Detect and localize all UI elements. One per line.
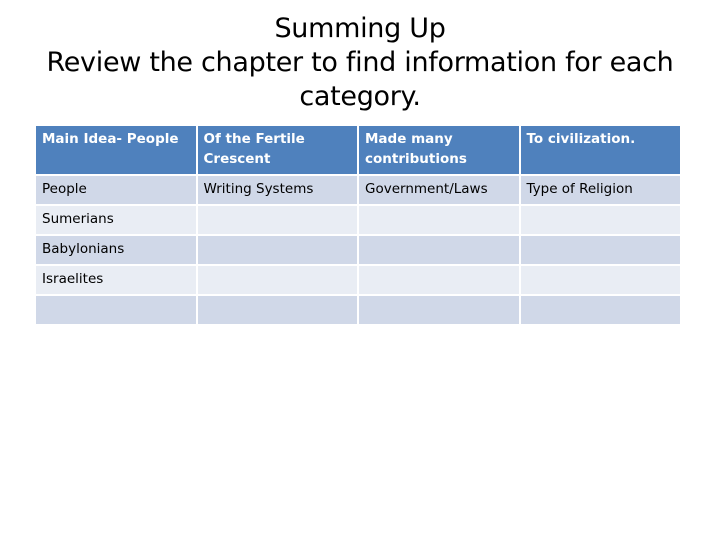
table-cell[interactable]: People bbox=[36, 176, 196, 204]
table-row bbox=[36, 296, 680, 324]
table-cell[interactable] bbox=[520, 236, 680, 264]
table-cell[interactable] bbox=[359, 296, 519, 324]
table-cell[interactable] bbox=[520, 296, 680, 324]
table-cell[interactable] bbox=[359, 236, 519, 264]
table-row: Babylonians bbox=[36, 236, 680, 264]
title-line-3: category. bbox=[299, 81, 421, 112]
table-cell[interactable] bbox=[359, 206, 519, 234]
table-cell[interactable]: Sumerians bbox=[36, 206, 196, 234]
table-cell[interactable] bbox=[197, 296, 357, 324]
header-cell-contributions: Made many contributions bbox=[359, 126, 519, 174]
table-cell[interactable] bbox=[520, 206, 680, 234]
table-cell[interactable]: Writing Systems bbox=[197, 176, 357, 204]
header-cell-civilization: To civilization. bbox=[520, 126, 680, 174]
title-line-1: Summing Up bbox=[274, 13, 446, 44]
table-cell[interactable] bbox=[197, 206, 357, 234]
slide-title: Summing Up Review the chapter to find in… bbox=[0, 12, 720, 114]
table-row: Sumerians bbox=[36, 206, 680, 234]
summary-table: Main Idea- People Of the Fertile Crescen… bbox=[34, 124, 682, 326]
table-cell[interactable] bbox=[197, 236, 357, 264]
table-row: Israelites bbox=[36, 266, 680, 294]
table-cell[interactable] bbox=[520, 266, 680, 294]
table-cell[interactable] bbox=[36, 296, 196, 324]
header-cell-fertile-crescent: Of the Fertile Crescent bbox=[197, 126, 357, 174]
title-line-2: Review the chapter to find information f… bbox=[46, 47, 674, 78]
table-row: People Writing Systems Government/Laws T… bbox=[36, 176, 680, 204]
table-cell[interactable]: Government/Laws bbox=[359, 176, 519, 204]
table-header-row: Main Idea- People Of the Fertile Crescen… bbox=[36, 126, 680, 174]
table-cell[interactable]: Israelites bbox=[36, 266, 196, 294]
table-cell[interactable] bbox=[359, 266, 519, 294]
table-cell[interactable]: Babylonians bbox=[36, 236, 196, 264]
table-cell[interactable]: Type of Religion bbox=[520, 176, 680, 204]
header-cell-main-idea: Main Idea- People bbox=[36, 126, 196, 174]
table-cell[interactable] bbox=[197, 266, 357, 294]
